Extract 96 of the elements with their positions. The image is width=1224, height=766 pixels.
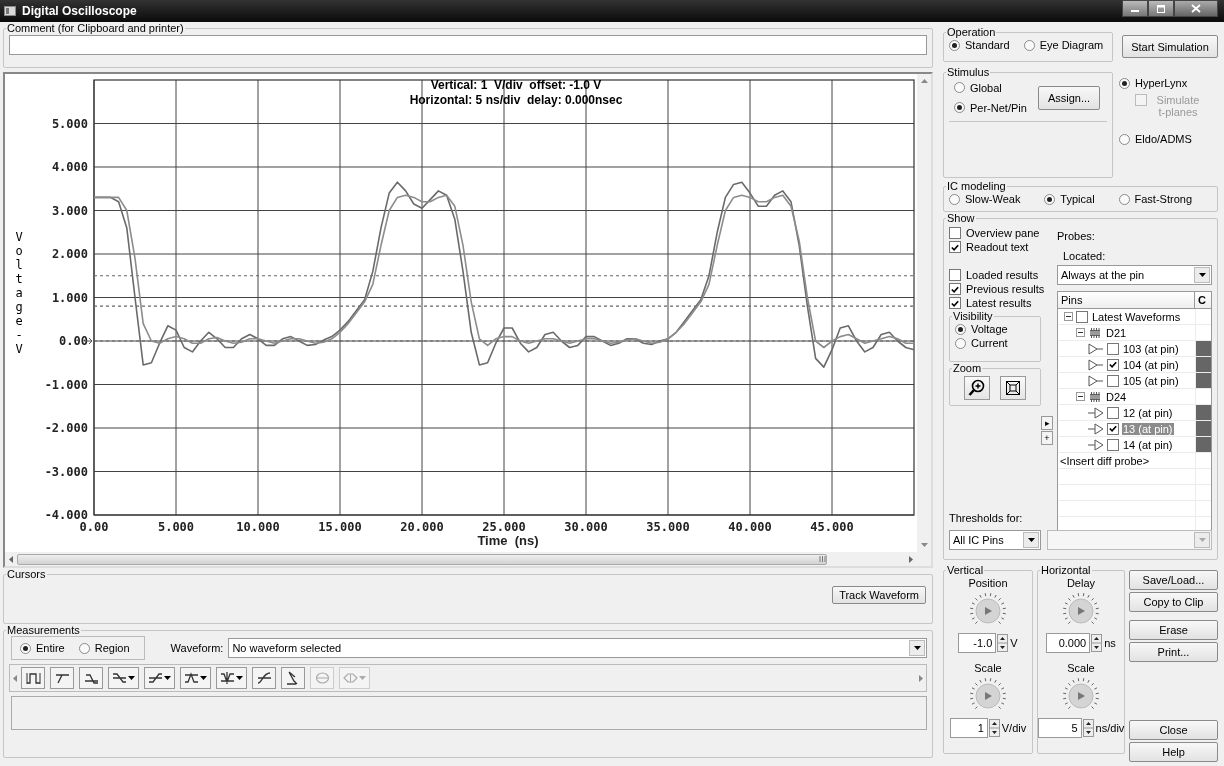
checkbox-label: Simulate t-planes [1155,94,1201,118]
axis-title: Voltage-V [14,230,24,356]
action-button[interactable]: Erase [1129,620,1218,640]
axis-tick-label: 5.000 [51,116,88,131]
axis-tick-label: 10.000 [236,520,280,534]
axis-tick-label: 20.000 [400,520,444,534]
axis-tick-label: 2.000 [51,247,88,261]
radio-label: Voltage [971,323,1008,335]
radio-label: Slow-Weak [965,193,1021,205]
value-field[interactable]: -1.0 [958,633,997,653]
field-label: Waveform: [170,642,224,654]
field-label: Thresholds for: [949,512,1024,524]
axis-tick-label: 3.000 [51,203,88,218]
tree-item[interactable]: <Insert diff probe> [1059,454,1151,467]
group-label: Show [946,212,976,224]
knob-label: Position [968,577,1008,589]
radio-label: Eldo/ADMS [1135,133,1192,145]
checkbox-label: Loaded results [966,269,1039,281]
radio-label: HyperLynx [1135,77,1188,89]
action-button[interactable]: Close [1129,720,1218,740]
group-label: IC modeling [946,180,1007,192]
column-header[interactable]: C [1195,292,1211,308]
dropdown[interactable]: No waveform selected [228,638,927,658]
radio-label: Standard [965,39,1010,51]
axis-tick-label: 1.000 [51,290,88,305]
axis-tick-label: -3.000 [44,464,88,479]
radio-label: Fast-Strong [1134,193,1192,205]
tree-item[interactable]: D24 [1105,390,1128,403]
axis-tick-label: 4.000 [51,160,88,174]
group-label: Cursors [6,568,47,580]
group-label: Operation [946,26,997,38]
action-button[interactable]: Help [1129,742,1218,762]
tree-item[interactable]: 14 (at pin) [1122,438,1174,451]
unit-label: ns/div [1095,722,1125,734]
unit-label: ns [1104,637,1116,649]
checkbox-label: Latest results [966,297,1032,309]
knob-label: Delay [1066,577,1096,589]
group-label: Horizontal [1039,564,1092,576]
axis-title: Time (ns) [477,533,539,548]
group-label: Stimulus [946,66,991,78]
column-header[interactable]: Pins [1058,292,1195,308]
axis-tick-label: 0.00 [79,520,109,534]
field-label: Located: [1063,250,1107,262]
tree-item[interactable]: 105 (at pin) [1122,374,1180,387]
start-simulation-button[interactable]: Start Simulation [1122,35,1218,58]
group-label: Comment (for Clipboard and printer) [6,22,185,34]
radio-label: Entire [36,642,65,654]
axis-tick-label: 15.000 [318,520,362,534]
knob-label: Scale [1067,662,1095,674]
action-button[interactable]: Print... [1129,642,1218,662]
tree-item[interactable]: 104 (at pin) [1122,358,1180,371]
axis-tick-label: -4.000 [44,508,88,522]
assign-button[interactable]: Assign... [1038,85,1100,110]
axis-tick-label: 45.000 [810,520,854,534]
group-label: Visibility [952,310,994,322]
checkbox-label: Overview pane [966,227,1040,239]
axis-tick-label: 40.000 [728,520,772,534]
dropdown[interactable]: Always at the pin [1057,265,1212,285]
window-title: Digital Oscilloscope [22,4,137,18]
unit-label: V [1010,637,1018,649]
value-field[interactable]: 5 [1037,718,1082,738]
axis-tick-label: 0.00 [59,334,88,348]
radio-label: Per-Net/Pin [970,101,1027,114]
radio-label: Current [971,337,1008,349]
readout-text: Horizontal: 5 ns/div delay: 0.000nsec [409,93,623,107]
value-field[interactable]: 0.000 [1046,633,1091,653]
action-button[interactable]: Save/Load... [1129,570,1218,590]
tree-item[interactable]: 12 (at pin) [1122,406,1174,419]
checkbox-label: Previous results [966,283,1045,295]
axis-tick-label: 30.000 [564,520,608,534]
value-field[interactable]: 1 [949,718,988,738]
track-waveform-button[interactable]: Track Waveform [832,586,926,604]
radio-label: Global [970,81,1002,94]
axis-tick-label: 25.000 [482,520,526,534]
tree-item[interactable]: Latest Waveforms [1091,310,1182,323]
field-label: Probes: [1057,230,1096,242]
group-label: Measurements [6,624,81,636]
axis-tick-label: -2.000 [44,421,88,435]
knob-label: Scale [974,662,1002,674]
tree-item[interactable]: D21 [1105,326,1128,339]
dropdown[interactable]: All IC Pins [949,530,1041,550]
readout-text: Vertical: 1 V/div offset: -1.0 V [430,78,602,92]
small-button[interactable]: ▸ [1041,416,1053,430]
radio-label: Typical [1060,193,1095,205]
action-button[interactable]: Copy to Clip [1129,592,1218,612]
group-label: Zoom [952,362,983,374]
tree-item[interactable]: 103 (at pin) [1122,342,1180,355]
radio-label: Region [94,642,130,654]
checkbox-label: Readout text [966,241,1029,253]
small-button[interactable]: + [1041,431,1053,445]
unit-label: V/div [1001,722,1027,734]
axis-tick-label: -1.000 [44,377,88,392]
group-label: Vertical [946,564,985,576]
radio-label: Eye Diagram [1039,39,1104,51]
axis-tick-label: 35.000 [646,520,690,534]
axis-tick-label: 5.000 [157,520,195,534]
